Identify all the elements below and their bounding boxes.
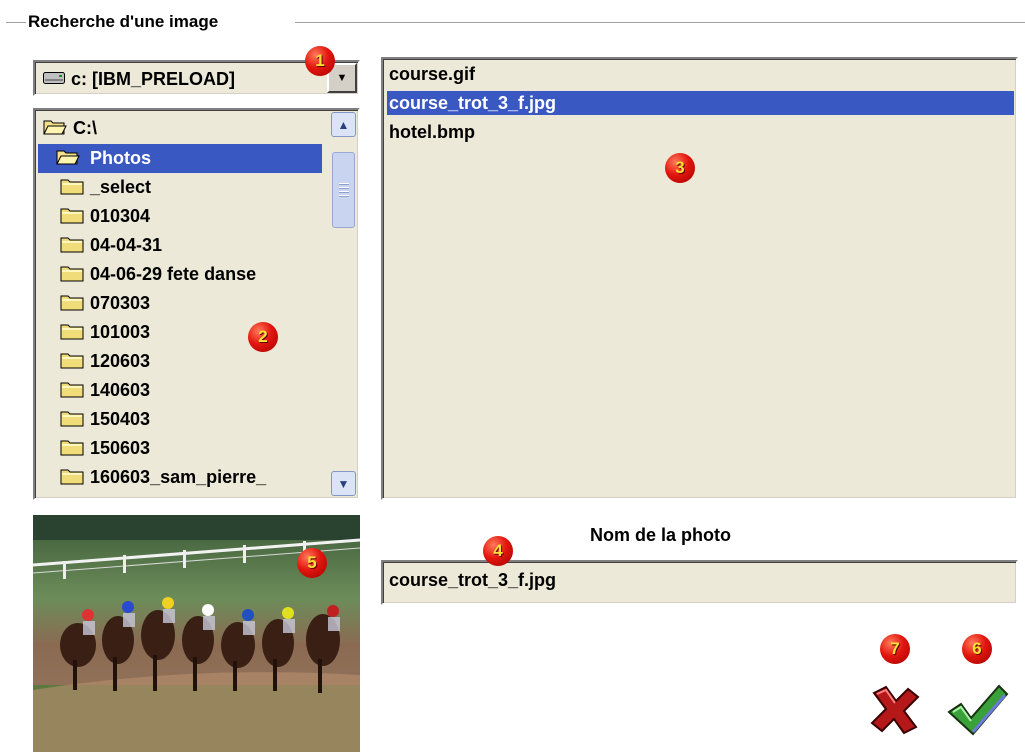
tree-folder-item[interactable]: Photos bbox=[38, 144, 322, 173]
folder-open-icon bbox=[43, 120, 67, 135]
ok-button[interactable] bbox=[945, 682, 1009, 736]
folder-icon bbox=[60, 266, 84, 282]
tree-root[interactable]: C:\ bbox=[43, 114, 97, 143]
folder-icon bbox=[60, 179, 84, 195]
cancel-button[interactable] bbox=[868, 683, 922, 735]
tree-folder-label: 150603 bbox=[90, 438, 151, 458]
tree-folder-label: 04-04-31 bbox=[90, 235, 163, 255]
tree-folder-label: 04-06-29 fete danse bbox=[90, 264, 257, 284]
grip-icon bbox=[339, 183, 349, 197]
tree-folder-item[interactable]: 070303 bbox=[60, 289, 150, 318]
tree-folder-item[interactable]: 04-06-29 fete danse bbox=[60, 260, 256, 289]
callout-badge-7: 7 bbox=[880, 634, 910, 664]
tree-folder-item[interactable]: 160603_sam_pierre_ bbox=[60, 463, 266, 492]
folder-icon bbox=[60, 382, 84, 398]
tree-folder-item[interactable]: 101003 bbox=[60, 318, 150, 347]
folder-icon bbox=[60, 411, 84, 427]
photo-name-field[interactable]: course_trot_3_f.jpg bbox=[381, 560, 1018, 605]
chevron-down-icon: ▼ bbox=[336, 71, 348, 84]
folder-tree[interactable]: C:\ Photos _select 010304 04-04-31 04-06-29 … bbox=[33, 108, 360, 500]
tree-folder-label: _select bbox=[90, 177, 152, 197]
tree-folder-item[interactable]: 120603 bbox=[60, 347, 150, 376]
file-list[interactable]: course.gif course_trot_3_f.jpg hotel.bmp bbox=[381, 57, 1018, 500]
scroll-down-button[interactable]: ▼ bbox=[331, 471, 356, 496]
tree-folder-item[interactable]: 150603 bbox=[60, 434, 150, 463]
drive-icon bbox=[43, 72, 65, 84]
group-title: Recherche d'une image bbox=[28, 12, 219, 31]
folder-icon bbox=[60, 324, 84, 340]
name-heading: Nom de la photo bbox=[590, 525, 731, 545]
callout-badge-2: 2 bbox=[248, 322, 278, 352]
tree-root-label: C:\ bbox=[73, 118, 97, 138]
tree-folder-item[interactable]: _select bbox=[60, 173, 151, 202]
scroll-up-button[interactable]: ▲ bbox=[331, 112, 356, 137]
tree-folder-label: 010304 bbox=[90, 206, 151, 226]
callout-badge-5: 5 bbox=[297, 548, 327, 578]
folder-icon bbox=[60, 208, 84, 224]
callout-badge-6: 6 bbox=[962, 634, 992, 664]
tree-folder-label: 070303 bbox=[90, 293, 151, 313]
folder-icon bbox=[60, 440, 84, 456]
file-list-item[interactable]: course.gif bbox=[389, 62, 475, 86]
callout-badge-4: 4 bbox=[483, 536, 513, 566]
tree-folder-label: 120603 bbox=[90, 351, 151, 371]
tree-folder-item[interactable]: 010304 bbox=[60, 202, 150, 231]
file-list-item[interactable]: course_trot_3_f.jpg bbox=[387, 91, 1014, 115]
file-list-item[interactable]: hotel.bmp bbox=[389, 120, 475, 144]
callout-badge-1: 1 bbox=[305, 46, 335, 76]
scroll-thumb[interactable] bbox=[332, 152, 355, 228]
chevron-down-icon: ▼ bbox=[337, 476, 350, 491]
folder-icon bbox=[60, 353, 84, 369]
folder-icon bbox=[60, 469, 84, 485]
tree-folder-item[interactable]: 140603 bbox=[60, 376, 150, 405]
group-frame-line bbox=[6, 22, 26, 23]
tree-folder-label: 140603 bbox=[90, 380, 151, 400]
folder-open-icon bbox=[56, 150, 80, 165]
tree-folder-label: 160603_sam_pierre_ bbox=[90, 467, 267, 487]
drive-label: c: [IBM_PRELOAD] bbox=[71, 69, 236, 89]
tree-folder-item[interactable]: 04-04-31 bbox=[60, 231, 162, 260]
folder-icon bbox=[60, 237, 84, 253]
chevron-up-icon: ▲ bbox=[337, 117, 350, 132]
tree-folder-label: 101003 bbox=[90, 322, 151, 342]
tree-scrollbar[interactable]: ▲ ▼ bbox=[331, 112, 356, 496]
tree-folder-label: 150403 bbox=[90, 409, 151, 429]
tree-folder-label: Photos bbox=[90, 148, 151, 168]
tree-folder-item[interactable]: 150403 bbox=[60, 405, 150, 434]
folder-icon bbox=[60, 295, 84, 311]
group-frame-line bbox=[295, 22, 1025, 23]
callout-badge-3: 3 bbox=[665, 153, 695, 183]
